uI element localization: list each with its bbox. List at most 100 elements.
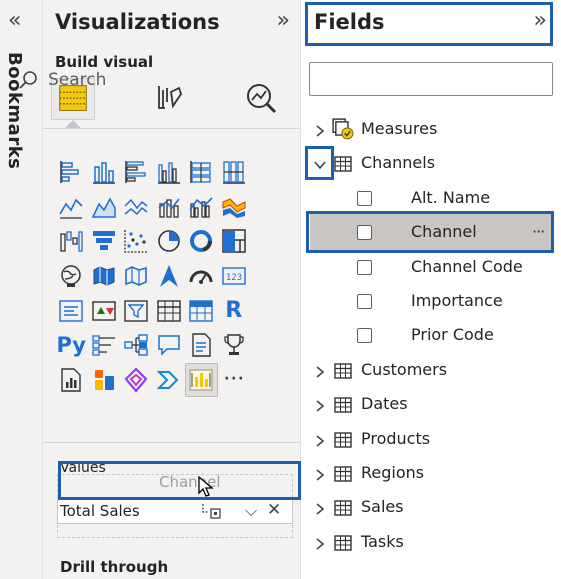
remove-field-close-icon[interactable]: ✕ <box>267 500 281 520</box>
drill-through-label: Drill through <box>60 558 169 576</box>
field-checkbox[interactable] <box>357 190 372 206</box>
arcgis-map-icon[interactable] <box>88 363 121 398</box>
table-icon <box>334 431 352 448</box>
table-icon <box>334 156 352 173</box>
python-visual-label: Py <box>56 333 86 358</box>
donut-chart-icon[interactable] <box>185 224 218 259</box>
chevron-right-icon[interactable] <box>313 536 327 550</box>
shape-map-icon[interactable] <box>120 259 153 294</box>
python-visual-icon[interactable]: Py <box>55 328 88 363</box>
table-icon <box>334 500 352 517</box>
chevron-right-icon[interactable] <box>313 433 327 447</box>
chevron-down-icon[interactable] <box>313 157 327 171</box>
gallery-empty-cell <box>250 224 283 259</box>
decomposition-tree-icon[interactable] <box>120 328 153 363</box>
gallery-empty-cell <box>250 328 283 363</box>
format-visual-tab[interactable] <box>151 80 187 116</box>
fields-search-input[interactable] <box>309 62 553 96</box>
metrics-icon[interactable] <box>218 328 251 363</box>
key-influencers-icon[interactable] <box>88 328 121 363</box>
gallery-empty-cell <box>250 190 283 225</box>
build-visual-label: Build visual <box>55 53 154 71</box>
smart-narrative-icon[interactable] <box>185 328 218 363</box>
clustered-bar-chart-icon[interactable] <box>120 155 153 190</box>
drag-cursor-icon <box>198 476 214 497</box>
field-item-channel[interactable]: Channel <box>411 222 477 241</box>
slicer-icon[interactable] <box>120 293 153 328</box>
multi-row-card-icon[interactable] <box>55 293 88 328</box>
table-icon[interactable] <box>153 293 186 328</box>
table-item-products[interactable]: Products <box>361 429 430 448</box>
table-item-measures[interactable]: Measures <box>361 119 437 138</box>
card-icon[interactable]: 123 <box>218 259 251 294</box>
gallery-empty-cell <box>250 363 283 398</box>
scatter-chart-icon[interactable] <box>120 224 153 259</box>
table-item-dates[interactable]: Dates <box>361 394 408 413</box>
field-item-prior-code[interactable]: Prior Code <box>411 325 494 344</box>
total-sales-field: Total Sales <box>60 502 140 520</box>
stacked-area-chart-icon[interactable] <box>120 190 153 225</box>
field-item-alt-name[interactable]: Alt. Name <box>411 188 490 207</box>
ribbon-chart-icon[interactable] <box>218 190 251 225</box>
measures-table-icon <box>332 118 354 140</box>
collapse-chevron-icon[interactable]: « <box>8 8 21 33</box>
power-automate-icon[interactable] <box>153 363 186 398</box>
100-stacked-bar-chart-icon[interactable] <box>185 155 218 190</box>
line-and-clustered-column-icon[interactable] <box>185 190 218 225</box>
field-chevron-down-icon[interactable]: ⌵ <box>245 501 257 521</box>
azure-map-icon[interactable] <box>153 259 186 294</box>
table-icon <box>334 397 352 413</box>
line-and-stacked-column-icon[interactable] <box>153 190 186 225</box>
search-placeholder[interactable]: Search <box>48 70 106 90</box>
table-item-regions[interactable]: Regions <box>361 463 424 482</box>
gallery-empty-cell <box>250 293 283 328</box>
field-checkbox[interactable] <box>357 225 372 241</box>
matrix-icon[interactable] <box>185 293 218 328</box>
filled-map-icon[interactable] <box>88 259 121 294</box>
gallery-empty-cell <box>250 155 283 190</box>
waterfall-chart-icon[interactable] <box>55 224 88 259</box>
custom-visual-icon[interactable] <box>185 362 218 398</box>
r-visual-icon[interactable]: R <box>218 293 251 328</box>
field-checkbox[interactable] <box>357 259 372 275</box>
channel-more-options-icon[interactable]: ··· <box>532 222 545 241</box>
chevron-right-icon[interactable] <box>313 467 327 481</box>
expand-chevron-icon[interactable]: » <box>277 8 290 33</box>
field-checkbox[interactable] <box>357 328 372 344</box>
field-item-channel-code[interactable]: Channel Code <box>411 257 523 276</box>
clustered-column-chart-icon[interactable] <box>153 155 186 190</box>
table-item-sales[interactable]: Sales <box>361 497 404 516</box>
100-stacked-column-chart-icon[interactable] <box>218 155 251 190</box>
gauge-icon[interactable] <box>185 259 218 294</box>
power-apps-icon[interactable] <box>120 363 153 398</box>
fields-title: Fields <box>314 10 385 34</box>
line-chart-icon[interactable] <box>55 190 88 225</box>
kpi-icon[interactable] <box>88 293 121 328</box>
area-chart-icon[interactable] <box>88 190 121 225</box>
table-item-channels[interactable]: Channels <box>361 153 435 172</box>
stacked-bar-chart-icon[interactable] <box>55 155 88 190</box>
chevron-right-icon[interactable] <box>313 398 327 412</box>
chevron-right-icon[interactable] <box>313 123 327 137</box>
fields-expand-chevron-icon[interactable]: » <box>534 8 547 33</box>
pie-chart-icon[interactable] <box>153 224 186 259</box>
table-item-tasks[interactable]: Tasks <box>361 532 404 551</box>
more-visuals-label: ··· <box>223 366 245 392</box>
visualizations-title: Visualizations <box>55 10 220 34</box>
paginated-report-icon[interactable] <box>55 363 88 398</box>
chevron-right-icon[interactable] <box>313 364 327 378</box>
map-icon[interactable] <box>55 259 88 294</box>
field-measure-icon[interactable] <box>201 502 223 520</box>
table-item-customers[interactable]: Customers <box>361 360 447 379</box>
field-checkbox[interactable] <box>357 294 372 309</box>
svg-text:123: 123 <box>226 273 242 283</box>
analytics-tab[interactable] <box>243 80 279 116</box>
chevron-right-icon[interactable] <box>313 501 327 516</box>
treemap-icon[interactable] <box>218 224 251 259</box>
qa-icon[interactable] <box>153 328 186 363</box>
more-visuals-icon[interactable]: ··· <box>218 363 251 398</box>
stacked-column-chart-icon[interactable] <box>88 155 121 190</box>
analytics-magnifier-icon <box>247 84 277 114</box>
field-item-importance[interactable]: Importance <box>411 291 503 310</box>
funnel-chart-icon[interactable] <box>88 224 121 259</box>
